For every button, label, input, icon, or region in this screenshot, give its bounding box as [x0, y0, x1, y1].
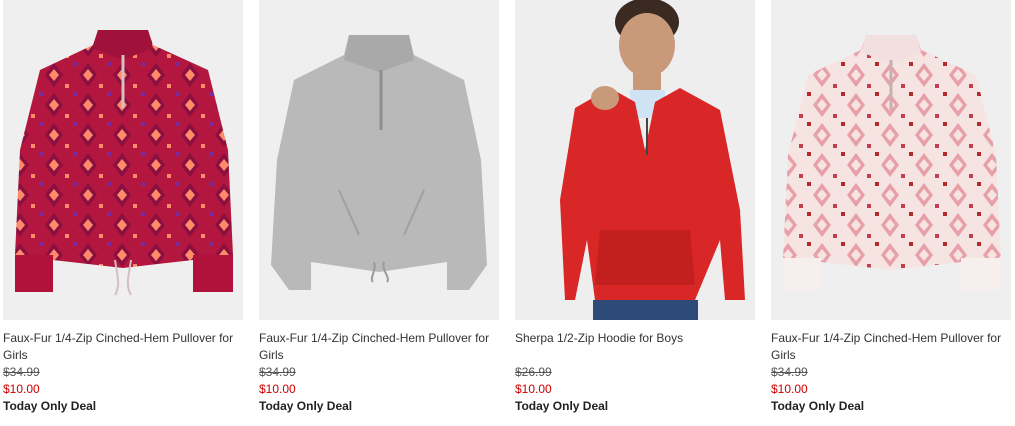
product-image[interactable]: [515, 0, 755, 320]
deal-label: Today Only Deal: [3, 399, 97, 413]
product-title[interactable]: Faux-Fur 1/4-Zip Cinched-Hem Pullover fo…: [259, 330, 499, 364]
sale-price: $10.00: [259, 382, 296, 396]
product-card[interactable]: Faux-Fur 1/4-Zip Cinched-Hem Pullover fo…: [771, 0, 1011, 415]
gray-pullover-image: [271, 35, 487, 290]
product-grid: Faux-Fur 1/4-Zip Cinched-Hem Pullover fo…: [3, 0, 1011, 415]
sale-price: $10.00: [515, 382, 552, 396]
original-price: $34.99: [771, 365, 808, 379]
red-patterned-pullover-image: [15, 30, 233, 296]
product-card[interactable]: Faux-Fur 1/4-Zip Cinched-Hem Pullover fo…: [3, 0, 243, 415]
product-card[interactable]: Sherpa 1/2-Zip Hoodie for Boys $26.99 $1…: [515, 0, 755, 415]
product-image[interactable]: [3, 0, 243, 320]
deal-label: Today Only Deal: [771, 399, 865, 413]
original-price: $34.99: [3, 365, 40, 379]
product-title[interactable]: Faux-Fur 1/4-Zip Cinched-Hem Pullover fo…: [3, 330, 243, 364]
deal-label: Today Only Deal: [259, 399, 353, 413]
pink-patterned-pullover-image: [783, 35, 1001, 290]
product-title[interactable]: Sherpa 1/2-Zip Hoodie for Boys: [515, 330, 755, 347]
product-image[interactable]: [771, 0, 1011, 320]
red-sherpa-hoodie-on-boy-image: [560, 0, 745, 320]
product-title[interactable]: Faux-Fur 1/4-Zip Cinched-Hem Pullover fo…: [771, 330, 1011, 364]
deal-label: Today Only Deal: [515, 399, 609, 413]
product-image[interactable]: [259, 0, 499, 320]
sale-price: $10.00: [771, 382, 808, 396]
sale-price: $10.00: [3, 382, 40, 396]
product-card[interactable]: Faux-Fur 1/4-Zip Cinched-Hem Pullover fo…: [259, 0, 499, 415]
original-price: $26.99: [515, 365, 552, 379]
original-price: $34.99: [259, 365, 296, 379]
